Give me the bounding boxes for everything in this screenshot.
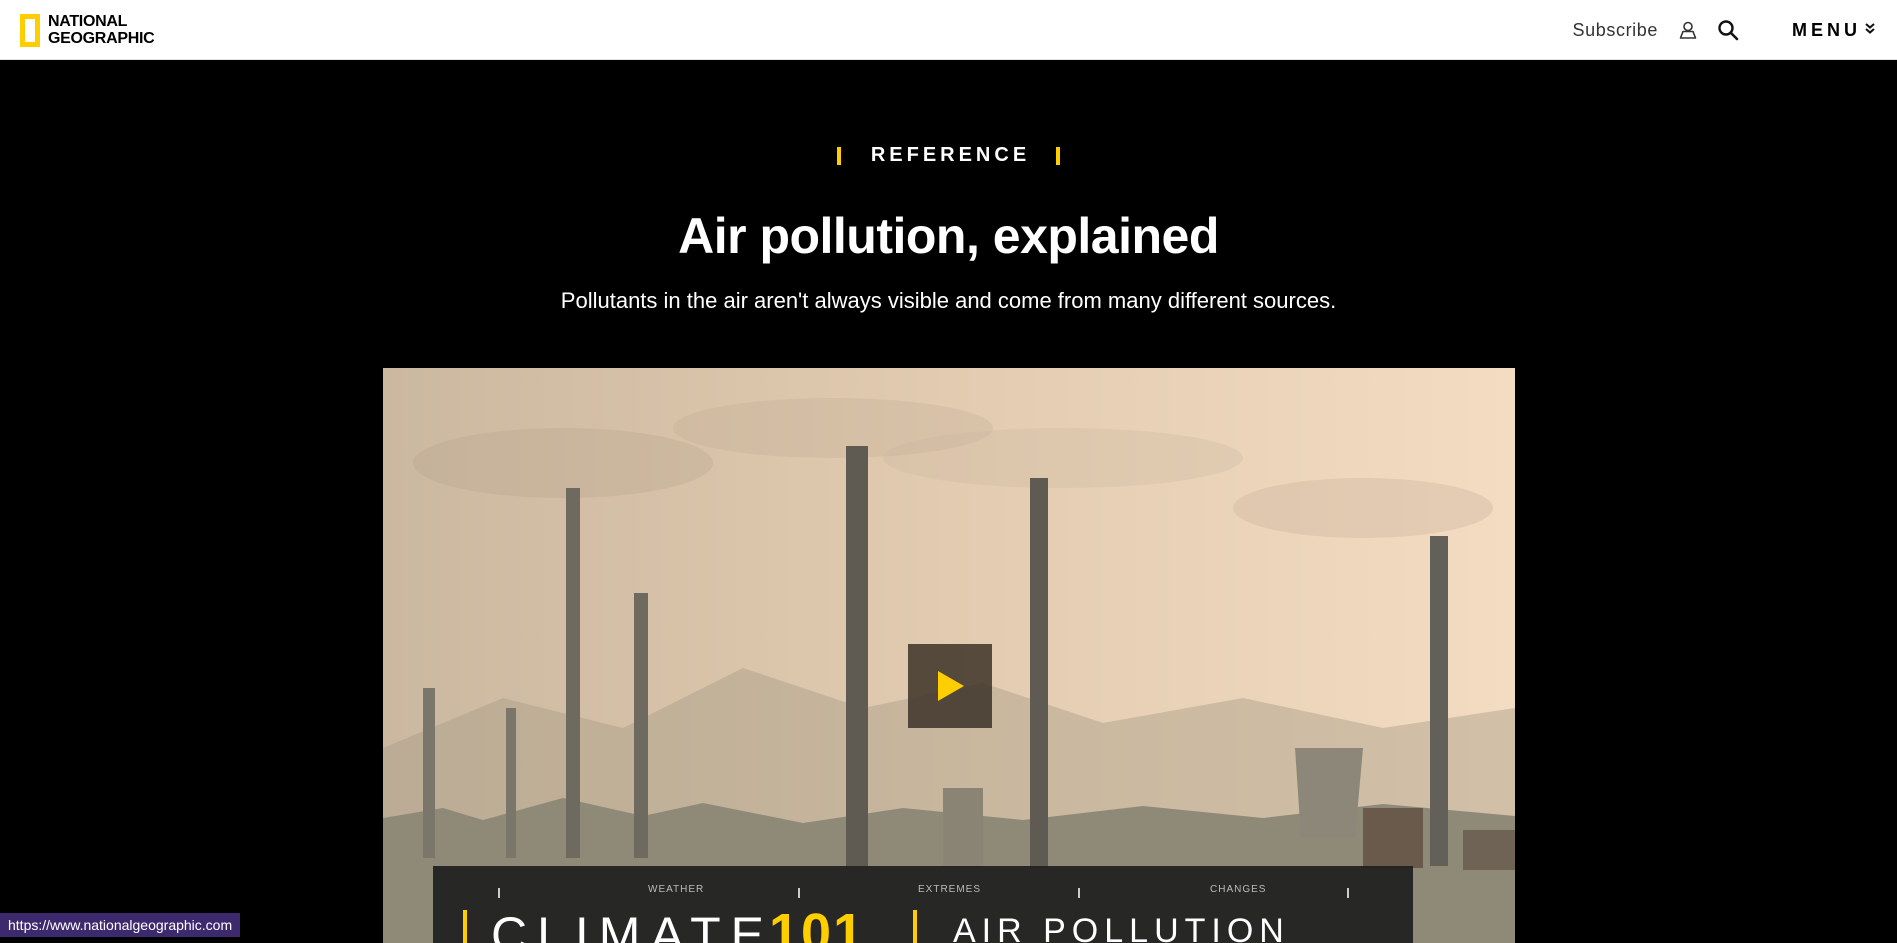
logo-yellow-rectangle xyxy=(20,13,40,47)
banner-tick xyxy=(1078,888,1080,898)
kicker-label[interactable]: REFERENCE xyxy=(871,144,1030,167)
banner-topic: AIR POLLUTION xyxy=(953,912,1290,943)
chevron-down-icon xyxy=(1863,21,1877,40)
user-icon[interactable] xyxy=(1676,18,1700,42)
menu-label: MENU xyxy=(1792,19,1861,40)
banner-tick xyxy=(1347,888,1349,898)
page-title: Air pollution, explained xyxy=(678,208,1219,264)
banner-tick xyxy=(498,888,500,898)
kicker-bar-right xyxy=(1056,146,1061,165)
play-icon xyxy=(938,671,964,701)
banner-number: 101 xyxy=(769,903,866,943)
video-player[interactable]: WEATHER EXTREMES CHANGES CLIMATE 101 AIR… xyxy=(383,368,1515,943)
subscribe-link[interactable]: Subscribe xyxy=(1573,20,1658,41)
search-icon[interactable] xyxy=(1716,18,1740,42)
banner-yellow-bar xyxy=(463,910,467,943)
site-header: NATIONAL GEOGRAPHIC Subscribe MENU xyxy=(0,0,1897,60)
menu-button[interactable]: MENU xyxy=(1792,20,1877,41)
banner-tick xyxy=(798,888,800,898)
banner-label-weather: WEATHER xyxy=(648,884,705,895)
page-subtitle: Pollutants in the air aren't always visi… xyxy=(560,288,1337,313)
play-button[interactable] xyxy=(908,644,992,728)
article-kicker: REFERENCE xyxy=(0,144,1897,167)
logo-line-2: GEOGRAPHIC xyxy=(48,30,155,47)
video-title-banner: WEATHER EXTREMES CHANGES CLIMATE 101 AIR… xyxy=(433,866,1413,943)
banner-label-changes: CHANGES xyxy=(1210,884,1267,895)
banner-yellow-bar xyxy=(913,910,917,943)
natgeo-logo[interactable]: NATIONAL GEOGRAPHIC xyxy=(20,10,155,50)
banner-word: CLIMATE xyxy=(491,907,774,943)
kicker-bar-left xyxy=(836,146,841,165)
logo-line-1: NATIONAL xyxy=(48,13,128,30)
status-bar-url: https://www.nationalgeographic.com xyxy=(0,913,241,937)
header-actions: Subscribe MENU xyxy=(1573,0,1877,60)
logo-wordmark: NATIONAL GEOGRAPHIC xyxy=(48,13,155,47)
banner-label-extremes: EXTREMES xyxy=(918,884,982,895)
